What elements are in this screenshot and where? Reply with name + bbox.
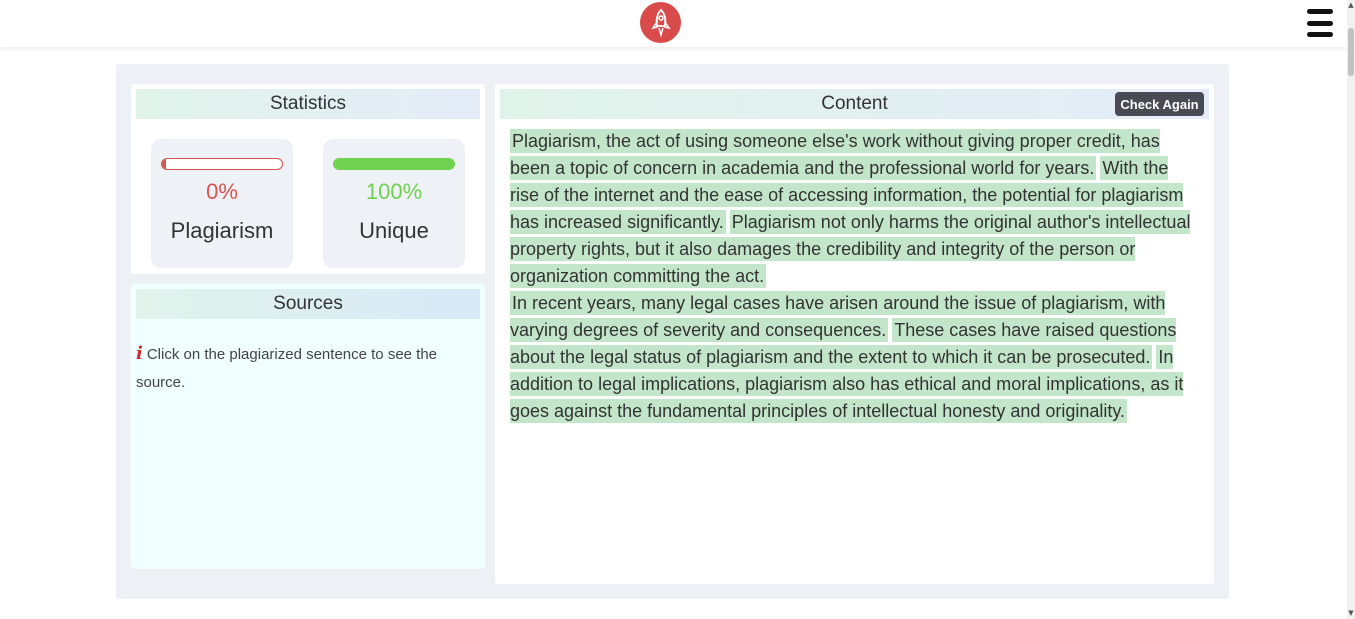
unique-percent: 100% [365,179,423,204]
plagiarism-progress-fill [162,159,166,169]
sources-title: Sources [136,289,480,319]
content-paragraph: Plagiarism, the act of using someone els… [510,128,1200,290]
plagiarism-label: Plagiarism [170,218,274,243]
scroll-up-icon[interactable]: ▲ [1347,0,1355,10]
hamburger-menu-icon[interactable] [1307,9,1333,37]
unique-progress-fill [334,159,454,169]
highlighted-sentence[interactable]: Plagiarism, the act of using someone els… [510,129,1160,180]
unique-progress-bar [333,158,455,170]
statistics-panel: Statistics 0% Plagiarism 100% Unique [131,84,485,274]
info-icon: i [136,343,143,364]
unique-label: Unique [359,218,429,243]
content-text: Plagiarism, the act of using someone els… [510,128,1200,425]
content-panel: Content Check Again Plagiarism, the act … [495,84,1214,584]
sources-panel: Sources i Click on the plagiarized senten… [131,284,485,569]
plagiarism-progress-bar [161,158,283,170]
statistics-title: Statistics [136,89,480,119]
sources-info-message: i Click on the plagiarized sentence to se… [136,340,482,397]
rocket-icon[interactable] [640,2,681,43]
sources-info-text: Click on the plagiarized sentence to see… [136,346,438,391]
content-paragraph: In recent years, many legal cases have a… [510,290,1200,425]
results-container: Statistics 0% Plagiarism 100% Unique Sou… [116,64,1229,599]
plagiarism-card: 0% Plagiarism [151,139,293,268]
scroll-down-icon[interactable]: ▼ [1347,608,1355,618]
page-scrollbar[interactable]: ▲ ▼ [1347,0,1355,619]
unique-card: 100% Unique [323,139,465,268]
top-navbar [0,0,1347,47]
content-title: Content [500,89,1209,119]
check-again-button[interactable]: Check Again [1115,92,1204,116]
plagiarism-percent: 0% [206,179,238,204]
scrollbar-thumb[interactable] [1348,28,1354,76]
